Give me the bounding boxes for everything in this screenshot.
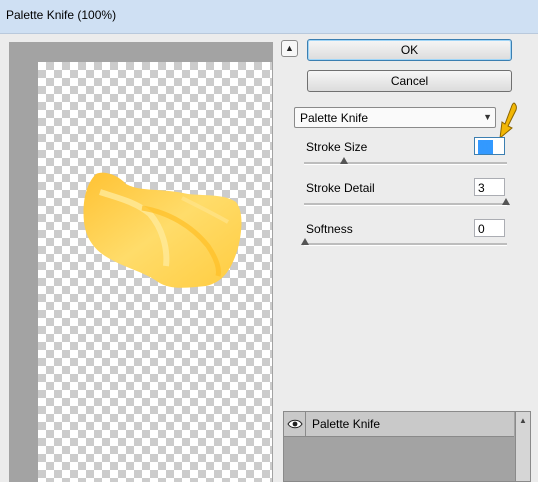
stroke-size-value: 10 (478, 140, 494, 154)
cancel-button[interactable]: Cancel (307, 70, 512, 92)
stroke-detail-field[interactable]: 3 (474, 178, 505, 196)
collapse-toggle[interactable]: ▲ (281, 40, 298, 57)
eye-icon (287, 419, 303, 429)
stroke-size-slider[interactable] (340, 157, 348, 164)
softness-track[interactable] (304, 243, 507, 246)
filter-dropdown[interactable]: Palette Knife ▼ (294, 107, 496, 128)
preview-canvas[interactable] (38, 62, 272, 482)
softness-label: Softness (306, 222, 353, 236)
ok-button[interactable]: OK (307, 39, 512, 61)
stroke-size-field[interactable]: 10 (474, 137, 505, 155)
softness-value: 0 (478, 222, 485, 236)
double-chevron-up-icon: ▲ (285, 43, 294, 53)
softness-slider[interactable] (301, 238, 309, 245)
dropdown-arrow-icon: ▼ (483, 112, 492, 122)
stroke-size-label: Stroke Size (306, 140, 368, 154)
title-bar: Palette Knife (100%) (0, 0, 538, 34)
scroll-up-icon[interactable]: ▲ (519, 416, 527, 425)
window-title: Palette Knife (100%) (6, 8, 117, 22)
stroke-detail-label: Stroke Detail (306, 181, 375, 195)
painted-shape (83, 172, 242, 288)
softness-field[interactable]: 0 (474, 219, 505, 237)
layer-label: Palette Knife (312, 417, 381, 431)
layer-visibility-toggle[interactable] (284, 412, 306, 436)
stroke-size-track[interactable] (304, 162, 507, 165)
stroke-detail-value: 3 (478, 181, 485, 195)
yellow-arrow-icon (499, 102, 517, 140)
stroke-detail-track[interactable] (304, 203, 507, 206)
filter-dropdown-value: Palette Knife (300, 111, 369, 125)
effect-layers-panel: Palette Knife ▲ (283, 411, 531, 482)
layer-row[interactable]: Palette Knife (284, 412, 514, 437)
layers-scrollbar[interactable]: ▲ (515, 412, 530, 481)
stroke-detail-slider[interactable] (502, 198, 510, 205)
